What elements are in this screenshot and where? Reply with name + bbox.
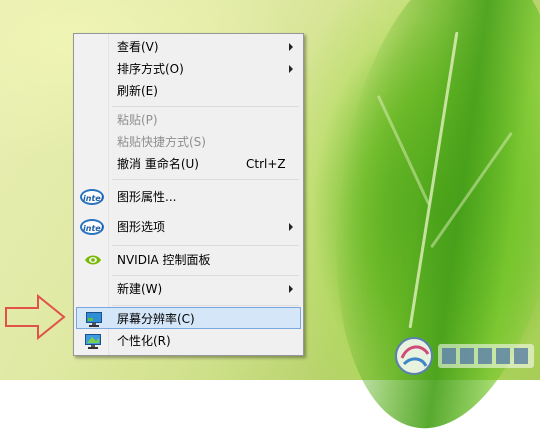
menu-item-paste-shortcut[interactable]: 粘贴快捷方式(S)	[76, 131, 301, 153]
nvidia-icon	[85, 255, 101, 265]
menu-item-view[interactable]: 查看(V)	[76, 36, 301, 58]
menu-item-new[interactable]: 新建(W)	[76, 278, 301, 300]
menu-item-label: NVIDIA 控制面板	[117, 253, 211, 267]
menu-separator	[112, 106, 299, 107]
menu-item-label: 新建(W)	[117, 282, 163, 296]
menu-item-label: 图形属性...	[117, 190, 177, 204]
menu-item-label: 粘贴快捷方式(S)	[117, 135, 206, 149]
menu-item-label: 个性化(R)	[117, 334, 171, 348]
menu-separator	[112, 245, 299, 246]
menu-item-paste[interactable]: 粘贴(P)	[76, 109, 301, 131]
submenu-arrow-icon	[289, 285, 293, 293]
menu-item-sort-by[interactable]: 排序方式(O)	[76, 58, 301, 80]
pointer-arrow-icon	[5, 293, 66, 341]
submenu-arrow-icon	[289, 65, 293, 73]
menu-item-undo-rename[interactable]: 撤消 重命名(U) Ctrl+Z	[76, 153, 301, 175]
intel-icon: intel	[80, 219, 104, 235]
menu-item-label: 屏幕分辨率(C)	[117, 312, 195, 326]
menu-item-refresh[interactable]: 刷新(E)	[76, 80, 301, 102]
menu-item-label: 图形选项	[117, 220, 166, 234]
menu-separator	[112, 305, 299, 306]
menu-item-label: 查看(V)	[117, 40, 159, 54]
menu-item-personalize[interactable]: 个性化(R)	[76, 330, 301, 352]
intel-icon: intel	[80, 189, 104, 205]
menu-item-label: 排序方式(O)	[117, 62, 184, 76]
menu-separator	[112, 179, 299, 180]
menu-item-graphics-options[interactable]: intel 图形选项	[76, 216, 301, 238]
submenu-arrow-icon	[289, 43, 293, 51]
menu-item-label: 粘贴(P)	[117, 113, 158, 127]
menu-item-label: 刷新(E)	[117, 84, 158, 98]
desktop-context-menu: 查看(V) 排序方式(O) 刷新(E) 粘贴(P) 粘贴快捷方式(S) 撤消 重…	[73, 33, 304, 356]
menu-separator	[112, 275, 299, 276]
menu-item-label: 撤消 重命名(U)	[117, 157, 199, 171]
menu-item-graphics-properties[interactable]: intel 图形属性...	[76, 186, 301, 208]
menu-item-nvidia-control-panel[interactable]: NVIDIA 控制面板	[76, 249, 301, 271]
menu-item-shortcut: Ctrl+Z	[246, 157, 286, 171]
site-watermark-logo	[395, 337, 534, 375]
personalize-icon	[85, 334, 101, 349]
submenu-arrow-icon	[289, 223, 293, 231]
menu-item-screen-resolution[interactable]: 屏幕分辨率(C)	[76, 307, 301, 329]
display-icon	[86, 312, 102, 327]
